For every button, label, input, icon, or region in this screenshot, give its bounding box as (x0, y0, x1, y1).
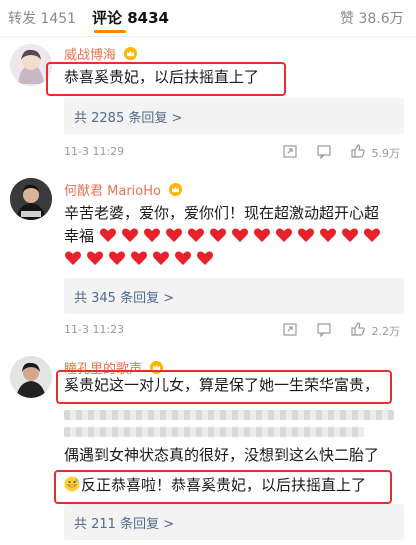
comment-item: 何猷君 MarioHo 辛苦老婆，爱你，爱你们！现在超激动超开心超 幸福 共 3… (0, 170, 416, 346)
comment-tab-bar: 转发 1451 评论 8434 赞 38.6万 (0, 0, 416, 37)
comment-meta: 11-3 11:29 5.9万 (64, 142, 404, 162)
comment-text-fragment: 反正恭喜啦！恭喜奚贵妃，以后扶摇直上了 (81, 476, 367, 494)
comment-icon[interactable] (316, 321, 332, 337)
heart-emoji-icon (319, 228, 336, 242)
tab-likes-count: 38.6万 (358, 11, 404, 27)
crown-icon (124, 47, 138, 60)
like-count: 2.2万 (371, 325, 401, 338)
heart-emoji-icon (175, 251, 191, 265)
heart-emoji-row (64, 248, 218, 271)
heart-emoji-icon (363, 228, 380, 242)
tab-repost-count: 1451 (40, 11, 77, 27)
tab-likes-label: 赞 (340, 11, 354, 27)
replies-link[interactable]: 共 345 条回复 > (64, 278, 404, 314)
blurred-text (64, 410, 394, 420)
avatar[interactable] (10, 356, 52, 398)
comment-text-fragment: 幸福 (64, 227, 95, 245)
heart-emoji-icon (275, 228, 292, 242)
heart-emoji-icon (231, 228, 248, 242)
author-name: 威战博海 (64, 48, 117, 63)
tab-repost-label: 转发 (8, 11, 36, 27)
replies-label: 共 211 条回复 > (74, 517, 175, 532)
heart-emoji-icon (153, 251, 169, 265)
like-icon[interactable] (350, 321, 366, 337)
blurred-text (64, 427, 364, 437)
tab-comments-label: 评论 (92, 9, 123, 27)
comment-time: 11-3 11:23 (64, 323, 125, 336)
like-icon[interactable] (350, 143, 366, 159)
heart-emoji-icon (165, 228, 182, 242)
replies-link[interactable]: 共 2285 条回复 > (64, 98, 404, 134)
heart-emoji-row (99, 227, 385, 245)
tab-repost[interactable]: 转发 1451 (8, 8, 76, 28)
tab-comments-count: 8434 (127, 9, 169, 27)
grin-sweat-emoji-icon (64, 476, 80, 492)
replies-label: 共 345 条回复 > (74, 291, 175, 306)
share-icon[interactable] (282, 143, 298, 159)
comment-text-line: 偶遇到女神状态真的很好，没想到这么快二胎了 (64, 446, 380, 464)
comment-text-line: 奚贵妃这一对儿女，算是保了她一生荣华富贵， (64, 376, 380, 394)
heart-emoji-icon (297, 228, 314, 242)
comment-author[interactable]: 何猷君 MarioHo (64, 180, 183, 199)
heart-emoji-icon (65, 251, 81, 265)
heart-emoji-icon (87, 251, 103, 265)
heart-emoji-icon (121, 228, 138, 242)
heart-emoji-icon (143, 228, 160, 242)
share-icon[interactable] (282, 321, 298, 337)
heart-emoji-icon (341, 228, 358, 242)
heart-emoji-icon (131, 251, 147, 265)
active-tab-indicator (94, 30, 126, 33)
tab-likes[interactable]: 赞 38.6万 (340, 8, 404, 28)
comment-icon[interactable] (316, 143, 332, 159)
heart-emoji-icon (209, 228, 226, 242)
comment-time: 11-3 11:29 (64, 145, 125, 158)
like-count: 5.9万 (371, 147, 401, 160)
heart-emoji-icon (253, 228, 270, 242)
heart-emoji-icon (99, 228, 116, 242)
comment-text-line: 幸福 (64, 225, 385, 248)
author-name: 何猷君 MarioHo (64, 184, 161, 199)
heart-emoji-icon (197, 251, 213, 265)
avatar-image (10, 178, 52, 220)
comment-meta: 11-3 11:23 2.2万 (64, 320, 404, 340)
heart-emoji-icon (187, 228, 204, 242)
comment-text: 恭喜奚贵妃，以后扶摇直上了 (64, 68, 260, 86)
avatar-image (10, 356, 52, 398)
comment-author[interactable]: 威战博海 (64, 44, 138, 63)
replies-link[interactable]: 共 211 条回复 > (64, 504, 404, 540)
heart-emoji-icon (109, 251, 125, 265)
crown-icon (169, 183, 183, 196)
avatar[interactable] (10, 178, 52, 220)
comment-item: 威战博海 恭喜奚贵妃，以后扶摇直上了 共 2285 条回复 > 11-3 11:… (0, 36, 416, 164)
comment-text-line: 反正恭喜啦！恭喜奚贵妃，以后扶摇直上了 (64, 474, 366, 497)
comment-text-line: 辛苦老婆，爱你，爱你们！现在超激动超开心超 (64, 204, 380, 222)
tab-comments[interactable]: 评论 8434 (92, 7, 169, 28)
comment-item: 瞳孔里的歌声 奚贵妃这一对儿女，算是保了她一生荣华富贵， 偶遇到女神状态真的很好… (0, 352, 416, 545)
replies-label: 共 2285 条回复 > (74, 111, 183, 126)
